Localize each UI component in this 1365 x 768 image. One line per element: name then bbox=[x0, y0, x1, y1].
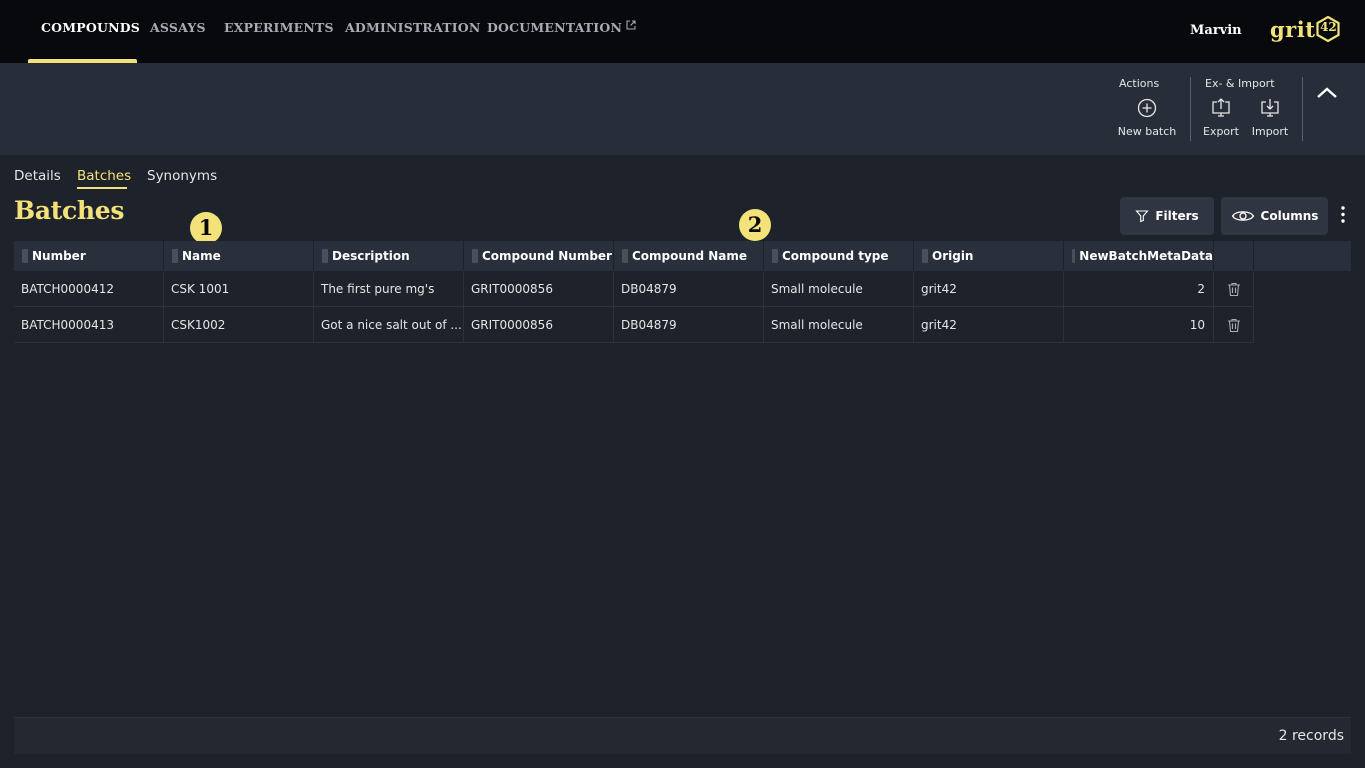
tab-batches[interactable]: Batches bbox=[77, 168, 131, 184]
columns-button[interactable]: Columns bbox=[1221, 197, 1328, 235]
more-vertical-icon bbox=[1341, 206, 1345, 223]
column-header-label: Compound type bbox=[782, 249, 889, 263]
eye-icon bbox=[1231, 211, 1254, 221]
nav-administration[interactable]: ADMINISTRATION bbox=[345, 20, 481, 35]
more-options-button[interactable] bbox=[1336, 205, 1350, 225]
drag-handle-icon[interactable] bbox=[322, 249, 328, 263]
filters-button[interactable]: Filters bbox=[1120, 197, 1214, 235]
nav-compounds[interactable]: COMPOUNDS bbox=[41, 20, 140, 35]
import-label: Import bbox=[1251, 125, 1289, 138]
actions-column-header bbox=[1214, 241, 1254, 271]
app-logo[interactable]: grit 42 bbox=[1270, 14, 1341, 44]
cell-name[interactable]: CSK 1001 bbox=[164, 271, 314, 307]
column-header-label: NewBatchMetaData bbox=[1079, 249, 1213, 263]
cell-origin[interactable]: grit42 bbox=[914, 307, 1064, 343]
cell-compound-name[interactable]: DB04879 bbox=[614, 307, 764, 343]
cell-compound-number[interactable]: GRIT0000856 bbox=[464, 307, 614, 343]
tab-details[interactable]: Details bbox=[14, 168, 61, 184]
actions-group-label: Actions bbox=[1119, 77, 1160, 90]
toolbar-divider bbox=[1302, 77, 1303, 141]
page-title: Batches bbox=[14, 196, 125, 225]
drag-handle-icon[interactable] bbox=[472, 249, 478, 263]
cell-compound-type[interactable]: Small molecule bbox=[764, 271, 914, 307]
column-header-label: Origin bbox=[932, 249, 974, 263]
active-tab-indicator bbox=[77, 187, 127, 189]
plus-circle-icon bbox=[1137, 98, 1157, 118]
user-name[interactable]: Marvin bbox=[1190, 23, 1242, 38]
cell-number[interactable]: BATCH0000412 bbox=[14, 271, 164, 307]
tab-synonyms[interactable]: Synonyms bbox=[147, 168, 217, 184]
chevron-up-icon bbox=[1317, 87, 1337, 98]
drag-handle-icon[interactable] bbox=[22, 249, 28, 263]
column-header-label: Name bbox=[182, 249, 221, 263]
cell-compound-name[interactable]: DB04879 bbox=[614, 271, 764, 307]
column-header[interactable]: NewBatchMetaData bbox=[1064, 241, 1214, 271]
column-header[interactable]: Origin bbox=[914, 241, 1064, 271]
top-nav: COMPOUNDS ASSAYS EXPERIMENTS ADMINISTRAT… bbox=[0, 0, 1365, 63]
annotation-marker-2: 2 bbox=[739, 209, 771, 241]
cell-origin[interactable]: grit42 bbox=[914, 271, 1064, 307]
column-header-label: Number bbox=[32, 249, 86, 263]
delete-row-button[interactable] bbox=[1214, 271, 1254, 307]
cell-meta[interactable]: 10 bbox=[1064, 307, 1214, 343]
column-header-label: Description bbox=[332, 249, 410, 263]
new-batch-button[interactable]: New batch bbox=[1112, 97, 1182, 138]
column-header[interactable]: Compound type bbox=[764, 241, 914, 271]
drag-handle-icon[interactable] bbox=[922, 249, 928, 263]
column-header[interactable]: Compound Name bbox=[614, 241, 764, 271]
filter-icon bbox=[1135, 210, 1149, 223]
column-header-label: Compound Name bbox=[632, 249, 748, 263]
drag-handle-icon[interactable] bbox=[1072, 249, 1076, 263]
import-icon bbox=[1261, 99, 1279, 117]
drag-handle-icon[interactable] bbox=[172, 249, 178, 263]
drag-handle-icon[interactable] bbox=[622, 249, 628, 263]
action-toolbar: Actions New batch Ex- & Import Export Im… bbox=[0, 63, 1365, 155]
annotation-marker-1: 1 bbox=[190, 212, 222, 244]
nav-documentation-label: DOCUMENTATION bbox=[487, 20, 623, 35]
column-header[interactable]: Description bbox=[314, 241, 464, 271]
logo-number: 42 bbox=[1320, 20, 1337, 34]
trash-icon bbox=[1227, 318, 1240, 332]
column-header[interactable]: Compound Number bbox=[464, 241, 614, 271]
logo-text: grit bbox=[1270, 16, 1316, 42]
record-count: 2 records bbox=[1278, 728, 1344, 744]
batches-table: Number Name Description Compound Number … bbox=[14, 241, 1351, 754]
column-header-label: Compound Number bbox=[482, 249, 612, 263]
column-header[interactable]: Number bbox=[14, 241, 164, 271]
export-icon bbox=[1212, 98, 1230, 117]
new-batch-label: New batch bbox=[1117, 125, 1177, 138]
external-link-icon bbox=[626, 20, 636, 30]
nav-experiments[interactable]: EXPERIMENTS bbox=[224, 20, 334, 35]
table-row[interactable]: BATCH0000412 CSK 1001 The first pure mg'… bbox=[14, 271, 1254, 307]
columns-label: Columns bbox=[1260, 209, 1319, 223]
collapse-toolbar-button[interactable] bbox=[1313, 81, 1341, 103]
cell-name[interactable]: CSK1002 bbox=[164, 307, 314, 343]
column-header[interactable]: Name bbox=[164, 241, 314, 271]
cell-description[interactable]: Got a nice salt out of ... bbox=[314, 307, 464, 343]
nav-documentation[interactable]: DOCUMENTATION bbox=[487, 20, 636, 35]
ex-import-group-label: Ex- & Import bbox=[1205, 77, 1275, 90]
delete-row-button[interactable] bbox=[1214, 307, 1254, 343]
import-button[interactable]: Import bbox=[1235, 97, 1305, 138]
logo-hexagon: 42 bbox=[1316, 16, 1341, 42]
trash-icon bbox=[1227, 282, 1240, 296]
cell-compound-number[interactable]: GRIT0000856 bbox=[464, 271, 614, 307]
table-row[interactable]: BATCH0000413 CSK1002 Got a nice salt out… bbox=[14, 307, 1254, 343]
cell-description[interactable]: The first pure mg's bbox=[314, 271, 464, 307]
nav-assays[interactable]: ASSAYS bbox=[150, 20, 206, 35]
cell-compound-type[interactable]: Small molecule bbox=[764, 307, 914, 343]
filters-label: Filters bbox=[1155, 209, 1199, 223]
drag-handle-icon[interactable] bbox=[772, 249, 778, 263]
cell-meta[interactable]: 2 bbox=[1064, 271, 1214, 307]
cell-number[interactable]: BATCH0000413 bbox=[14, 307, 164, 343]
table-footer: 2 records bbox=[14, 717, 1351, 754]
table-header: Number Name Description Compound Number … bbox=[14, 241, 1351, 271]
